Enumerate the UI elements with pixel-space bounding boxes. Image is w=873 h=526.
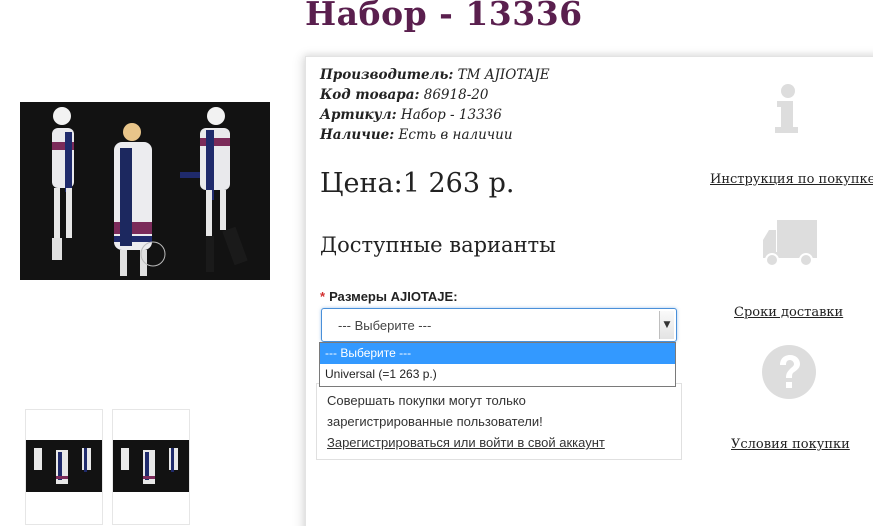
truck-icon[interactable] xyxy=(761,218,819,272)
size-dropdown-list[interactable]: --- Выберите --- Universal (=1 263 р.) xyxy=(319,342,676,387)
size-select-value: --- Выберите --- xyxy=(338,318,432,333)
login-notice-text: зарегистрированные пользователи! xyxy=(327,414,543,429)
product-code-row: Код товара: 86918-20 xyxy=(320,87,489,103)
article-row: Артикул: Набор - 13336 xyxy=(320,107,502,123)
product-main-image[interactable] xyxy=(20,102,270,280)
register-login-link[interactable]: Зарегистрироваться или войти в свой акка… xyxy=(327,435,605,450)
product-details-panel: Производитель: ТМ AJIOTAJE Код товара: 8… xyxy=(305,56,873,526)
required-mark: * xyxy=(320,289,326,304)
purchase-conditions-link[interactable]: Условия покупки xyxy=(731,437,850,452)
product-thumbnail[interactable] xyxy=(112,409,190,525)
instructions-link[interactable]: Инструкция по покупке xyxy=(710,172,873,187)
product-info: Производитель: ТМ AJIOTAJE Код товара: 8… xyxy=(320,65,550,145)
size-option-choose[interactable]: --- Выберите --- xyxy=(320,343,675,364)
product-photo-illustration xyxy=(20,102,270,280)
availability-row: Наличие: Есть в наличии xyxy=(320,127,513,143)
size-option-label: * Размеры AJIOTAJE: xyxy=(320,289,458,304)
manufacturer-link[interactable]: ТМ AJIOTAJE xyxy=(458,67,550,83)
thumbnail-image xyxy=(26,440,102,492)
question-icon[interactable] xyxy=(761,344,817,404)
manufacturer-row: Производитель: ТМ AJIOTAJE xyxy=(320,67,550,83)
product-thumbnail[interactable] xyxy=(25,409,103,525)
login-notice-text: Совершать покупки могут только xyxy=(327,393,526,408)
product-price: Цена:1 263 р. xyxy=(320,168,515,199)
page-title: Набор - 13336 xyxy=(305,0,583,33)
size-select[interactable]: --- Выберите --- ▼ xyxy=(321,308,677,342)
info-icon[interactable] xyxy=(771,83,801,139)
chevron-down-icon[interactable]: ▼ xyxy=(659,311,674,339)
page: Набор - 13336 Производитель: ТМ AJIOTAJE… xyxy=(0,0,873,526)
variants-heading: Доступные варианты xyxy=(320,233,556,257)
delivery-link[interactable]: Сроки доставки xyxy=(734,305,843,320)
login-notice: Совершать покупки могут только зарегистр… xyxy=(316,383,682,460)
thumbnail-image xyxy=(113,440,189,492)
size-option-universal[interactable]: Universal (=1 263 р.) xyxy=(320,364,675,385)
